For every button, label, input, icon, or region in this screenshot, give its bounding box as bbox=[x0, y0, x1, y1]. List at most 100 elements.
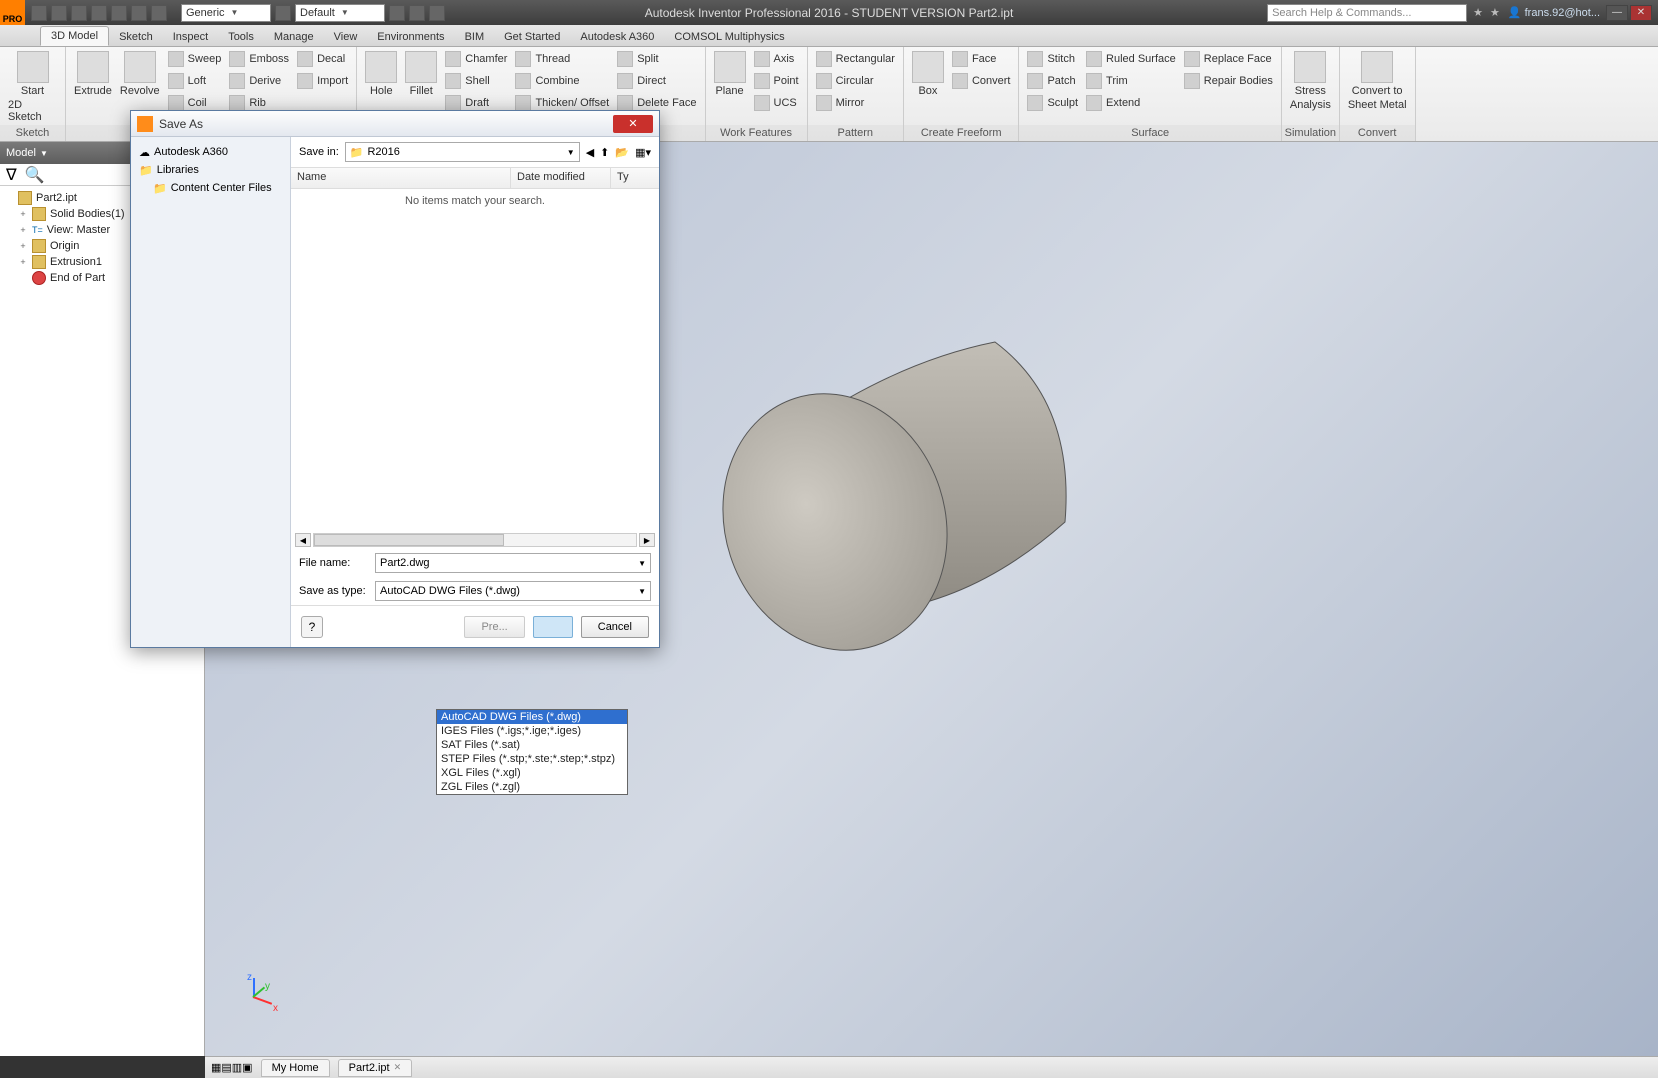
scroll-left-icon[interactable]: ◀ bbox=[295, 533, 311, 547]
stitch-button[interactable]: Stitch bbox=[1025, 49, 1080, 69]
qat-redo-icon[interactable] bbox=[111, 5, 127, 21]
search-input[interactable]: Search Help & Commands... bbox=[1267, 4, 1467, 22]
save-in-combo[interactable]: 📁R2016▼ bbox=[345, 142, 580, 162]
favorites-icon[interactable]: ★ ★ bbox=[1473, 6, 1502, 19]
horizontal-scrollbar[interactable]: ◀ ▶ bbox=[291, 531, 659, 549]
file-type-option[interactable]: IGES Files (*.igs;*.ige;*.iges) bbox=[437, 724, 627, 738]
plane-button[interactable]: Plane bbox=[712, 49, 748, 99]
patch-button[interactable]: Patch bbox=[1025, 71, 1080, 91]
find-icon[interactable]: 🔍 bbox=[25, 165, 45, 185]
qat-select-icon[interactable] bbox=[151, 5, 167, 21]
place-content-center[interactable]: 📁Content Center Files bbox=[135, 179, 286, 197]
qat-undo-icon[interactable] bbox=[91, 5, 107, 21]
minimize-button[interactable]: — bbox=[1606, 5, 1628, 21]
thread-button[interactable]: Thread bbox=[513, 49, 611, 69]
loft-button[interactable]: Loft bbox=[166, 71, 224, 91]
fillet-button[interactable]: Fillet bbox=[403, 49, 439, 99]
chamfer-button[interactable]: Chamfer bbox=[443, 49, 509, 69]
scroll-right-icon[interactable]: ▶ bbox=[639, 533, 655, 547]
split-button[interactable]: Split bbox=[615, 49, 698, 69]
qat-appearance-icon[interactable] bbox=[275, 5, 291, 21]
qat-fx-icon[interactable] bbox=[409, 5, 425, 21]
tab-comsol[interactable]: COMSOL Multiphysics bbox=[664, 28, 794, 46]
save-button[interactable] bbox=[533, 616, 573, 638]
view-mode-icon[interactable]: ▦▤▥▣ bbox=[211, 1061, 253, 1074]
file-name-input[interactable]: Part2.dwg▼ bbox=[375, 553, 651, 573]
tab-manage[interactable]: Manage bbox=[264, 28, 324, 46]
filter-icon[interactable]: ∇ bbox=[6, 165, 17, 185]
views-icon[interactable]: ▦▾ bbox=[635, 146, 651, 159]
tab-environments[interactable]: Environments bbox=[367, 28, 454, 46]
close-button[interactable]: ✕ bbox=[1630, 5, 1652, 21]
qat-icon-2[interactable] bbox=[429, 5, 445, 21]
dialog-titlebar[interactable]: Save As ✕ bbox=[131, 111, 659, 137]
qat-save-icon[interactable] bbox=[71, 5, 87, 21]
sweep-button[interactable]: Sweep bbox=[166, 49, 224, 69]
tab-get-started[interactable]: Get Started bbox=[494, 28, 570, 46]
tab-bim[interactable]: BIM bbox=[455, 28, 495, 46]
sculpt-button[interactable]: Sculpt bbox=[1025, 93, 1080, 113]
face-button[interactable]: Face bbox=[950, 49, 1013, 69]
shell-button[interactable]: Shell bbox=[443, 71, 509, 91]
scrollbar-track[interactable] bbox=[313, 533, 637, 547]
scrollbar-thumb[interactable] bbox=[314, 534, 504, 546]
box-button[interactable]: Box bbox=[910, 49, 946, 99]
back-icon[interactable]: ◀ bbox=[586, 146, 594, 159]
qat-open-icon[interactable] bbox=[51, 5, 67, 21]
tab-a360[interactable]: Autodesk A360 bbox=[570, 28, 664, 46]
qat-new-icon[interactable] bbox=[31, 5, 47, 21]
save-type-combo[interactable]: AutoCAD DWG Files (*.dwg)▼ bbox=[375, 581, 651, 601]
material-combo[interactable]: Generic▼ bbox=[181, 4, 271, 22]
stress-analysis-button[interactable]: StressAnalysis bbox=[1288, 49, 1333, 113]
file-type-option[interactable]: STEP Files (*.stp;*.ste;*.step;*.stpz) bbox=[437, 752, 627, 766]
up-icon[interactable]: ⬆ bbox=[600, 146, 609, 159]
file-type-option[interactable]: SAT Files (*.sat) bbox=[437, 738, 627, 752]
col-name[interactable]: Name bbox=[291, 168, 511, 188]
appearance-combo[interactable]: Default▼ bbox=[295, 4, 385, 22]
rectangular-button[interactable]: Rectangular bbox=[814, 49, 897, 69]
replace-face-button[interactable]: Replace Face bbox=[1182, 49, 1275, 69]
axis-button[interactable]: Axis bbox=[752, 49, 801, 69]
col-date[interactable]: Date modified bbox=[511, 168, 611, 188]
place-libraries[interactable]: 📁Libraries bbox=[135, 161, 286, 179]
convert-ff-button[interactable]: Convert bbox=[950, 71, 1013, 91]
trim-button[interactable]: Trim bbox=[1084, 71, 1178, 91]
start-2d-sketch-button[interactable]: Start2D Sketch bbox=[6, 49, 59, 125]
ucs-button[interactable]: UCS bbox=[752, 93, 801, 113]
col-type[interactable]: Ty bbox=[611, 168, 631, 188]
extend-button[interactable]: Extend bbox=[1084, 93, 1178, 113]
import-button[interactable]: Import bbox=[295, 71, 350, 91]
user-label[interactable]: 👤 frans.92@hot... bbox=[1508, 6, 1600, 19]
ruled-surface-button[interactable]: Ruled Surface bbox=[1084, 49, 1178, 69]
cancel-button[interactable]: Cancel bbox=[581, 616, 649, 638]
extrude-button[interactable]: Extrude bbox=[72, 49, 114, 99]
tab-sketch[interactable]: Sketch bbox=[109, 28, 163, 46]
convert-sheet-metal-button[interactable]: Convert toSheet Metal bbox=[1346, 49, 1409, 113]
save-type-dropdown[interactable]: AutoCAD DWG Files (*.dwg) IGES Files (*.… bbox=[436, 709, 628, 795]
file-type-option[interactable]: XGL Files (*.xgl) bbox=[437, 766, 627, 780]
tab-inspect[interactable]: Inspect bbox=[163, 28, 218, 46]
file-list[interactable]: No items match your search. bbox=[291, 189, 659, 531]
derive-button[interactable]: Derive bbox=[227, 71, 291, 91]
file-type-option[interactable]: AutoCAD DWG Files (*.dwg) bbox=[437, 710, 627, 724]
place-a360[interactable]: ☁Autodesk A360 bbox=[135, 143, 286, 161]
revolve-button[interactable]: Revolve bbox=[118, 49, 162, 99]
hole-button[interactable]: Hole bbox=[363, 49, 399, 99]
tab-tools[interactable]: Tools bbox=[218, 28, 264, 46]
doc-tab-home[interactable]: My Home bbox=[261, 1059, 330, 1077]
new-folder-icon[interactable]: 📂 bbox=[615, 146, 629, 159]
close-icon[interactable]: ✕ bbox=[394, 1062, 402, 1073]
preview-button[interactable]: Pre... bbox=[464, 616, 524, 638]
emboss-button[interactable]: Emboss bbox=[227, 49, 291, 69]
mirror-button[interactable]: Mirror bbox=[814, 93, 897, 113]
tab-3d-model[interactable]: 3D Model bbox=[40, 26, 109, 46]
dialog-close-button[interactable]: ✕ bbox=[613, 115, 653, 133]
qat-home-icon[interactable] bbox=[131, 5, 147, 21]
tab-view[interactable]: View bbox=[324, 28, 368, 46]
direct-button[interactable]: Direct bbox=[615, 71, 698, 91]
doc-tab-part[interactable]: Part2.ipt✕ bbox=[338, 1059, 413, 1077]
qat-icon-1[interactable] bbox=[389, 5, 405, 21]
decal-button[interactable]: Decal bbox=[295, 49, 350, 69]
repair-bodies-button[interactable]: Repair Bodies bbox=[1182, 71, 1275, 91]
combine-button[interactable]: Combine bbox=[513, 71, 611, 91]
